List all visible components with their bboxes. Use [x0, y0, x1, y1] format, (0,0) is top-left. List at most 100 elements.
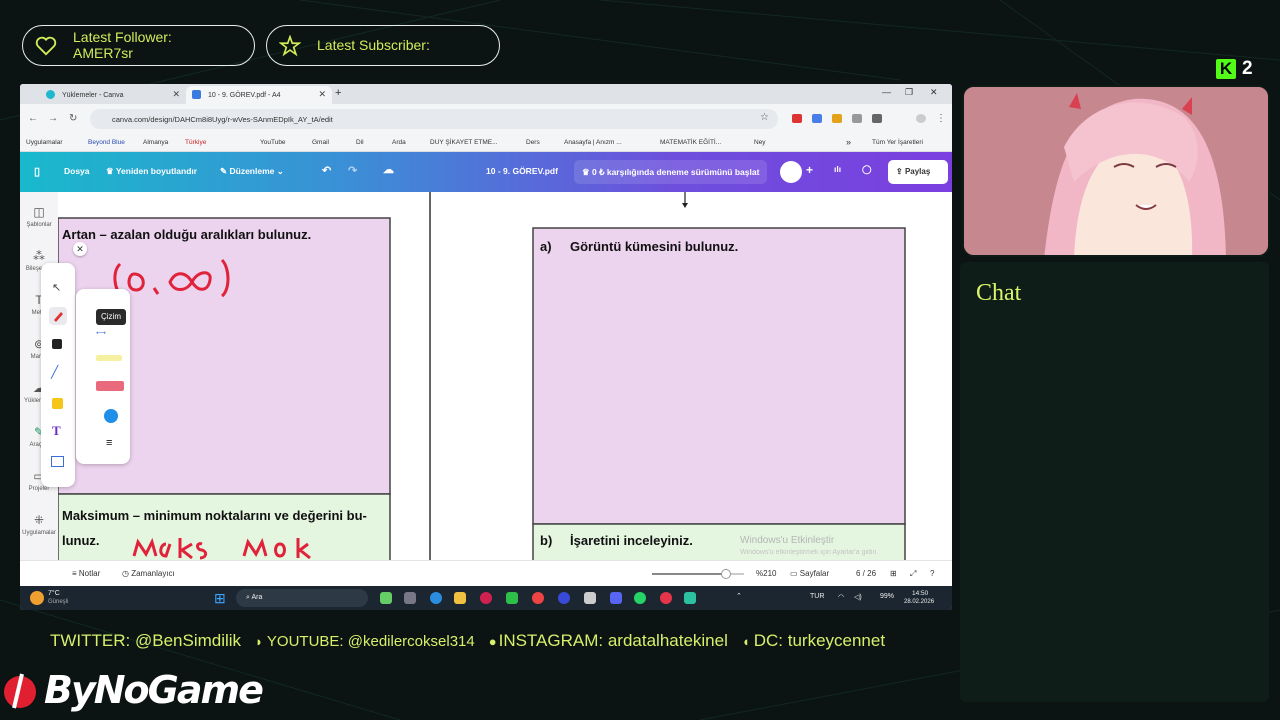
close-tools-icon[interactable]: ✕: [73, 242, 87, 256]
start-button-icon[interactable]: ⊞: [214, 590, 226, 607]
bookmark-anasayfa[interactable]: Anasayfa | Anızm ...: [564, 139, 622, 146]
bookmark-dil[interactable]: Dil: [356, 139, 364, 146]
add-collaborator-icon[interactable]: +: [806, 163, 813, 177]
zoom-slider[interactable]: [652, 569, 744, 579]
clock-time[interactable]: 14:50: [912, 590, 928, 597]
editing-mode-button[interactable]: ✎ Düzenleme ⌄: [220, 166, 284, 177]
close-window-icon[interactable]: ✕: [930, 87, 938, 98]
bookmark-duy-sikayet[interactable]: DUY ŞİKAYET ETME...: [430, 139, 498, 146]
marker-icon[interactable]: [96, 381, 124, 391]
file-menu[interactable]: Dosya: [64, 166, 90, 176]
line-tool-icon[interactable]: ╱: [51, 365, 58, 379]
pen-icon[interactable]: [584, 592, 596, 604]
select-pointer-icon[interactable]: ↖: [52, 281, 61, 294]
close-tab-icon[interactable]: ✕: [172, 89, 180, 100]
forward-icon[interactable]: →: [48, 113, 58, 124]
volume-icon[interactable]: ◁): [854, 593, 862, 601]
extension-icon[interactable]: [852, 114, 862, 123]
rail-apps[interactable]: ⁜ Uygulamalar: [20, 514, 58, 537]
minimize-icon[interactable]: —: [882, 87, 891, 97]
extension-icon[interactable]: [812, 114, 822, 123]
close-tab-icon[interactable]: ✕: [318, 89, 326, 100]
battery-level[interactable]: 99%: [880, 593, 894, 600]
bookmark-almanya[interactable]: Almanya: [143, 139, 168, 146]
clock-date[interactable]: 28.02.2026: [904, 599, 934, 605]
all-bookmarks[interactable]: Tüm Yer İşaretleri: [872, 139, 923, 146]
edge-icon[interactable]: [430, 592, 442, 604]
bookmark-youtube[interactable]: YouTube: [260, 139, 286, 146]
bookmark-arda[interactable]: Arda: [392, 139, 406, 146]
bookmark-star-icon[interactable]: ☆: [760, 112, 769, 123]
grid-view-icon[interactable]: ⊞: [890, 569, 897, 578]
cloud-saved-icon[interactable]: ☁: [383, 163, 394, 176]
user-avatar[interactable]: [780, 161, 802, 183]
help-icon[interactable]: ?: [930, 569, 934, 578]
zoom-slider-handle[interactable]: [720, 569, 731, 579]
tray-overflow-icon[interactable]: ⌃: [736, 592, 742, 600]
bookmark-matematik[interactable]: MATEMATİK EĞİTİ...: [660, 139, 721, 146]
share-button[interactable]: ⇪ Paylaş: [888, 160, 948, 184]
opera-icon[interactable]: [480, 592, 492, 604]
fullscreen-icon[interactable]: ⤢: [910, 569, 916, 579]
menu-icon[interactable]: ⋮: [936, 113, 946, 124]
bookmark-apps[interactable]: Uygulamalar: [26, 139, 63, 146]
extensions-puzzle-icon[interactable]: [872, 114, 882, 123]
task-view-icon[interactable]: [404, 592, 416, 604]
pen-tool-icon[interactable]: [49, 307, 67, 325]
whatsapp-icon[interactable]: [634, 592, 646, 604]
trial-button[interactable]: ♛ 0 ₺ karşılığında deneme sürümünü başla…: [574, 160, 768, 184]
extension-icon[interactable]: [832, 114, 842, 123]
reload-icon[interactable]: ↻: [69, 113, 77, 124]
bookmarks-overflow-button[interactable]: »: [846, 137, 851, 147]
question-increasing-decreasing: Artan – azalan olduğu aralıkları bulunuz…: [62, 227, 312, 242]
bookmark-gmail[interactable]: Gmail: [312, 139, 329, 146]
maximize-icon[interactable]: ❐: [905, 87, 913, 98]
comment-icon[interactable]: ◯: [862, 164, 872, 175]
address-bar[interactable]: canva.com/design/DAHCm8i8Uyg/r-wVes-SAnm…: [90, 109, 778, 129]
app-icon[interactable]: [380, 592, 392, 604]
keyboard-language[interactable]: TUR: [810, 593, 824, 600]
discord-icon[interactable]: [610, 592, 622, 604]
bookmark-ney[interactable]: Ney: [754, 139, 766, 146]
file-explorer-icon[interactable]: [454, 592, 466, 604]
page-count[interactable]: 6 / 26: [856, 569, 876, 578]
rail-label: Şablonlar: [26, 222, 52, 228]
rail-templates[interactable]: ◫ Şablonlar: [20, 206, 58, 229]
line-icon[interactable]: [506, 592, 518, 604]
notes-button[interactable]: ≡ Notlar: [72, 569, 100, 578]
extension-icon[interactable]: [792, 114, 802, 123]
recorder-icon[interactable]: [660, 592, 672, 604]
timer-button[interactable]: ◷ Zamanlayıcı: [122, 569, 175, 578]
sidebar-toggle-icon[interactable]: ▯: [34, 165, 40, 178]
weather-icon[interactable]: [30, 591, 44, 605]
pages-button[interactable]: ▭ Sayfalar: [790, 569, 829, 578]
redo-icon[interactable]: ↷: [348, 164, 357, 177]
undo-icon[interactable]: ↶: [322, 164, 331, 177]
bookmark-ders[interactable]: Ders: [526, 139, 540, 146]
profile-avatar[interactable]: [916, 114, 926, 123]
sticky-note-icon[interactable]: [52, 398, 63, 409]
taskbar-search[interactable]: ⌕ Ara: [236, 589, 368, 607]
wifi-icon[interactable]: ◠: [838, 593, 844, 601]
bookmark-beyond-blue[interactable]: Beyond Blue: [88, 139, 125, 146]
new-tab-button[interactable]: +: [335, 87, 341, 99]
resize-button[interactable]: ♛ Yeniden boyutlandır: [106, 166, 197, 177]
tab-yuklemeler[interactable]: Yüklemeler - Canva ✕: [40, 86, 186, 104]
zoom-value[interactable]: %210: [756, 569, 776, 578]
color-swatch[interactable]: [104, 409, 118, 423]
tab-pdf[interactable]: 10 - 9. GÖREV.pdf - A4 ✕: [186, 86, 332, 104]
app-icon[interactable]: [684, 592, 696, 604]
chrome-icon[interactable]: [532, 592, 544, 604]
highlighter-icon[interactable]: [96, 355, 122, 361]
pen-thin-icon[interactable]: ⟷: [96, 329, 106, 337]
document-title[interactable]: 10 - 9. GÖREV.pdf: [486, 166, 558, 176]
back-icon[interactable]: ←: [28, 113, 38, 124]
app-icon[interactable]: [558, 592, 570, 604]
insights-icon[interactable]: ılı: [834, 164, 841, 174]
text-tool-icon[interactable]: T: [52, 423, 61, 439]
shapes-icon[interactable]: [52, 339, 62, 349]
bookmark-turkiye[interactable]: Türkiye: [185, 139, 206, 146]
table-icon[interactable]: [51, 456, 64, 467]
stroke-weight-icon[interactable]: ≡: [106, 437, 112, 449]
weather-temp[interactable]: 7°C: [48, 590, 60, 597]
